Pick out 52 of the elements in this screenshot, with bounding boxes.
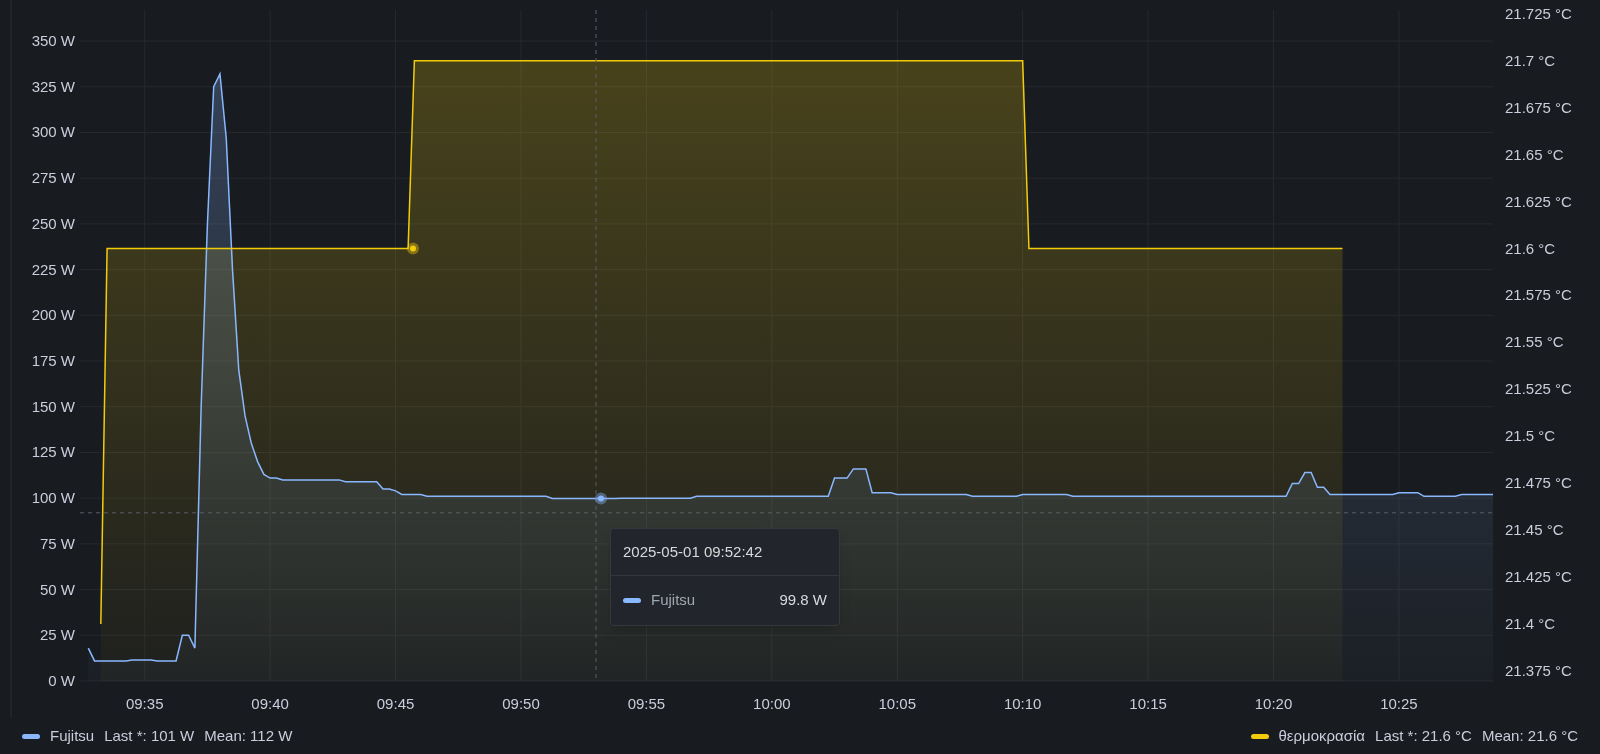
axis-label: 100 W [31, 489, 75, 507]
axis-label: 21.4 °C [1505, 615, 1556, 633]
axis-label: 275 W [31, 169, 75, 187]
axis-label: 09:35 [125, 695, 164, 712]
axis-label: 150 W [31, 397, 75, 415]
axis-label: 10:05 [878, 695, 916, 712]
hover-point [407, 242, 419, 255]
axis-label: 200 W [31, 306, 75, 324]
axis-label: 10:10 [1003, 695, 1042, 712]
axis-label: 25 W [40, 626, 75, 644]
series-name: Fujitsu [651, 590, 696, 610]
axis-label: 225 W [31, 260, 75, 278]
axis-label: 250 W [31, 214, 75, 232]
axis-label: 50 W [40, 580, 75, 598]
legend-item[interactable]: Fujitsu [50, 724, 95, 748]
axis-label: 21.675 °C [1505, 98, 1572, 116]
series-value: 99.8 W [779, 590, 827, 610]
axis-label: 10:20 [1254, 695, 1293, 712]
legend-stat: Last *: 21.6 °C [1375, 725, 1472, 746]
axis-label: 09:55 [627, 695, 666, 712]
tooltip-time: 2025-05-01 09:52:42 [623, 543, 763, 560]
axis-label: 21.45 °C [1505, 521, 1564, 539]
axis-label: 21.6 °C [1505, 239, 1556, 257]
axis-label: 10:00 [753, 695, 791, 712]
axis-label: 0 W [48, 672, 75, 689]
axis-label: 21.7 °C [1505, 51, 1556, 69]
axis-label: 21.525 °C [1505, 380, 1572, 398]
axis-label: 21.575 °C [1505, 286, 1572, 304]
axis-label: 21.55 °C [1505, 333, 1564, 351]
axis-label: 75 W [40, 534, 75, 552]
axis-label: 21.625 °C [1505, 192, 1572, 210]
axis-label: 10:25 [1380, 695, 1418, 712]
axis-label: 10:15 [1129, 695, 1167, 712]
hover-point [595, 492, 607, 505]
axis-label: 09:45 [376, 695, 415, 712]
axis-label: 21.5 °C [1505, 427, 1556, 445]
axis-label: 21.425 °C [1505, 568, 1572, 586]
axis-label: 350 W [31, 32, 75, 50]
axis-label: 325 W [31, 77, 75, 95]
legend-item[interactable]: θερμοκρασία [1278, 724, 1366, 748]
axis-label: 21.725 °C [1505, 4, 1572, 22]
legend-stat: Mean: 112 W [204, 725, 293, 746]
axis-label: 21.375 °C [1505, 662, 1572, 680]
axis-label: 21.475 °C [1505, 474, 1572, 492]
axis-label: 125 W [31, 443, 75, 461]
axis-label: 09:40 [251, 695, 289, 712]
legend-stat: Mean: 21.6 °C [1481, 725, 1578, 746]
legend-stat: Last *: 101 W [104, 725, 195, 746]
axis-label: 09:50 [502, 695, 540, 712]
axis-label: 175 W [31, 352, 75, 370]
axis-label: 300 W [31, 123, 75, 141]
axis-label: 21.65 °C [1505, 145, 1564, 163]
